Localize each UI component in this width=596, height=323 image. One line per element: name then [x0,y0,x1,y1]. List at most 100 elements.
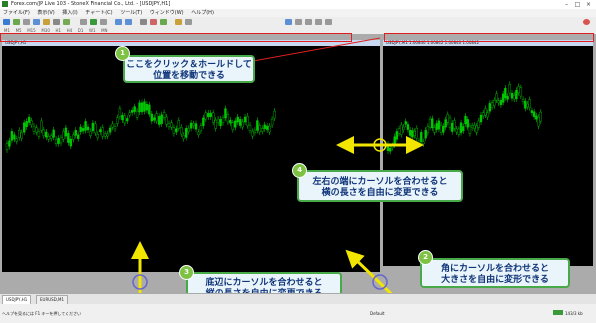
candle-body [446,114,449,123]
candle-body [94,123,97,134]
profiles-icon[interactable] [13,19,20,25]
candle-body [72,134,75,140]
candle-body [455,128,458,133]
candle-body [404,121,407,125]
candle-body [140,102,144,113]
tile-windows-icon[interactable] [140,19,147,25]
periods-icon[interactable] [185,19,192,25]
candle-body [216,118,220,123]
terminal-icon[interactable] [53,19,60,25]
menu-help[interactable]: ヘルプ(H) [188,9,217,17]
callout-move: ここをクリック＆ホールドして 位置を移動できる [123,55,255,83]
callout-move-line2: 位置を移動できる [153,71,225,81]
minimize-icon[interactable]: – [561,0,572,9]
app-icon [2,1,8,7]
candle-body [121,115,124,121]
candle-body [79,126,82,133]
candle-body [91,122,95,131]
candle-body [96,134,100,138]
candle-body [221,117,225,123]
candle-body [391,145,394,148]
candle-body [47,135,50,140]
horizontal-line-icon[interactable] [305,19,312,25]
menu-tools[interactable]: ツール(T) [117,9,145,17]
zoom-in-icon[interactable] [115,19,122,25]
data-window-icon[interactable] [33,19,40,25]
title-bar-highlight-right [384,33,594,42]
candle-body [155,113,158,122]
candle-chart-icon[interactable] [90,19,97,25]
candle-body [211,112,215,123]
chart-window-usdjpy-m1[interactable]: USDJPY,M1 1.00840 1.00842 1.00840 1.0084… [383,40,593,266]
candle-body [45,131,48,138]
candle-body [37,131,41,137]
menu-file[interactable]: ファイル(F) [0,9,33,17]
callout-number-4: 4 [292,163,307,178]
candle-body [256,120,259,131]
callout-width-line1: 左右の端にカーソルを合わせると [312,177,448,187]
menu-window[interactable]: ウィンドウ(W) [147,9,187,17]
candle-body [521,99,525,102]
candle-body [234,120,237,128]
menu-view[interactable]: 表示(V) [34,9,57,17]
callout-resize-line2: 大きさを自由に変形できる [441,275,549,285]
candle-body [207,112,210,118]
status-profile: Default [370,311,385,316]
candle-body [160,114,163,124]
candle-body [62,131,65,140]
candle-body [422,141,425,145]
candle-body [133,106,136,112]
help-icon[interactable] [583,19,590,25]
menu-insert[interactable]: 挿入(I) [59,9,80,17]
candle-body [251,131,254,137]
connection-status-icon [553,310,563,315]
candle-body [86,126,90,131]
navigator-icon[interactable] [43,19,50,25]
tester-icon[interactable] [63,19,70,25]
candle-body [194,123,198,130]
right-chart-canvas[interactable] [383,40,593,266]
line-chart-icon[interactable] [100,19,107,25]
maximize-icon[interactable]: □ [572,0,583,9]
new-chart-icon[interactable] [3,19,10,25]
candle-body [270,118,274,126]
candle-body [148,104,151,115]
market-watch-icon[interactable] [23,19,30,25]
callout-number-3: 3 [179,265,194,280]
candle-body [462,126,465,132]
candle-body [204,112,208,120]
candle-body [157,116,161,125]
candle-body [504,87,507,99]
crosshair-icon[interactable] [285,19,292,25]
autoscroll-icon[interactable] [160,19,167,25]
candle-body [15,138,19,142]
close-icon[interactable]: × [583,0,594,9]
bar-chart-icon[interactable] [80,19,87,25]
vertical-line-icon[interactable] [295,19,302,25]
candle-body [175,128,178,133]
chart-shift-icon[interactable] [150,19,157,25]
callout-resize-line1: 角にカーソルを合わせると [440,264,549,274]
candle-body [236,116,239,123]
candle-body [263,124,266,129]
status-bar: ヘルプを見るには F1 キーを押してください Default 143/3 kb [0,304,596,323]
zoom-out-icon[interactable] [125,19,132,25]
trendline-icon[interactable] [315,19,322,25]
candle-body [413,131,416,136]
indicators-icon[interactable] [175,19,182,25]
candle-body [453,120,456,129]
candle-body [101,127,104,137]
candle-body [162,112,166,118]
candle-body [172,127,176,134]
candle-body [25,121,28,128]
candle-body [389,148,392,152]
candle-body [99,129,102,132]
text-tool-icon[interactable] [325,19,332,25]
menu-chart[interactable]: チャート(C) [82,9,115,17]
candle-body [84,121,87,131]
candle-body [402,126,405,130]
candle-body [258,125,262,133]
candle-body [111,123,114,128]
callout-width-line2: 横の長さを自由に変更できる [321,188,439,198]
candle-body [18,130,21,138]
